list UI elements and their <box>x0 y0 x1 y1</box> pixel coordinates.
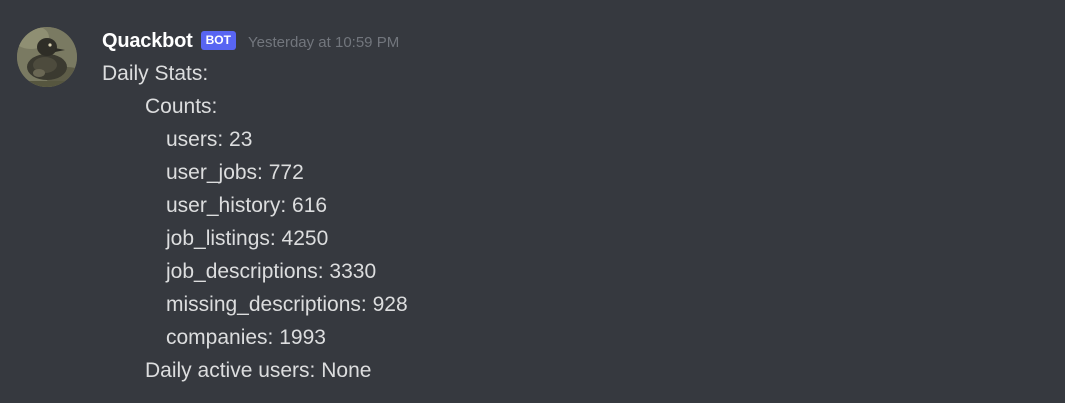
stat-line: job_descriptions: 3330 <box>166 260 377 283</box>
stat-line: users: 23 <box>166 128 253 151</box>
avatar[interactable] <box>17 27 77 87</box>
message-timestamp[interactable]: Yesterday at 10:59 PM <box>248 34 399 51</box>
stat-line: user_history: 616 <box>166 194 328 217</box>
chat-message: Quackbot BOT Yesterday at 10:59 PM Daily… <box>0 0 1065 403</box>
daily-active-users-line: Daily active users: None <box>145 359 372 382</box>
duck-avatar-icon <box>17 27 77 87</box>
message-header: Quackbot BOT Yesterday at 10:59 PM <box>102 26 399 56</box>
stat-line: job_listings: 4250 <box>166 227 329 250</box>
stat-line: companies: 1993 <box>166 326 326 349</box>
stats-heading: Daily Stats: <box>102 62 209 85</box>
stat-line: user_jobs: 772 <box>166 161 304 184</box>
username[interactable]: Quackbot <box>102 30 193 53</box>
stat-line: missing_descriptions: 928 <box>166 293 408 316</box>
message-content: Daily Stats: Counts: users: 23 user_jobs… <box>102 57 408 387</box>
bot-badge: BOT <box>200 30 236 50</box>
counts-heading: Counts: <box>145 95 218 118</box>
